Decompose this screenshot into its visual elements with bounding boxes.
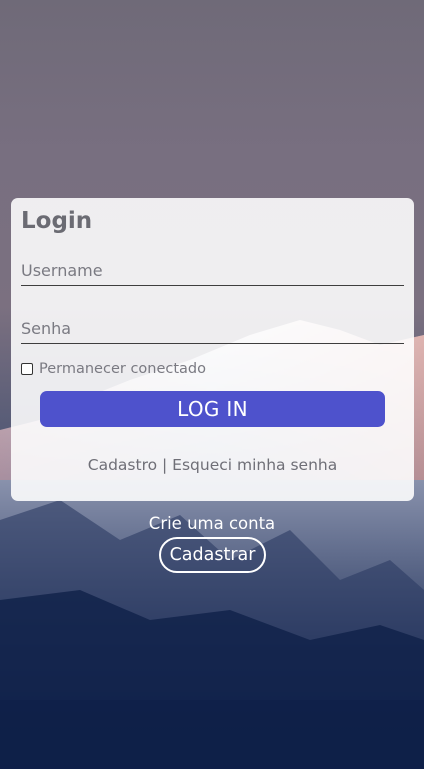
remember-checkbox[interactable] <box>21 363 33 375</box>
register-link[interactable]: Cadastro <box>88 456 157 474</box>
remember-me[interactable]: Permanecer conectado <box>21 361 206 377</box>
create-account-prompt: Crie uma conta <box>148 514 276 533</box>
register-button[interactable]: Cadastrar <box>159 537 266 573</box>
footer-links: Cadastro | Esqueci minha senha <box>11 456 414 474</box>
login-title: Login <box>21 208 93 234</box>
login-button[interactable]: LOG IN <box>40 391 385 427</box>
login-card: Login Permanecer conectado LOG IN Cadast… <box>11 198 414 501</box>
username-input[interactable] <box>21 256 404 286</box>
forgot-password-link[interactable]: Esqueci minha senha <box>172 456 337 474</box>
remember-label: Permanecer conectado <box>39 361 207 377</box>
login-screen: Login Permanecer conectado LOG IN Cadast… <box>0 0 424 769</box>
link-separator: | <box>157 456 173 474</box>
password-input[interactable] <box>21 314 404 344</box>
